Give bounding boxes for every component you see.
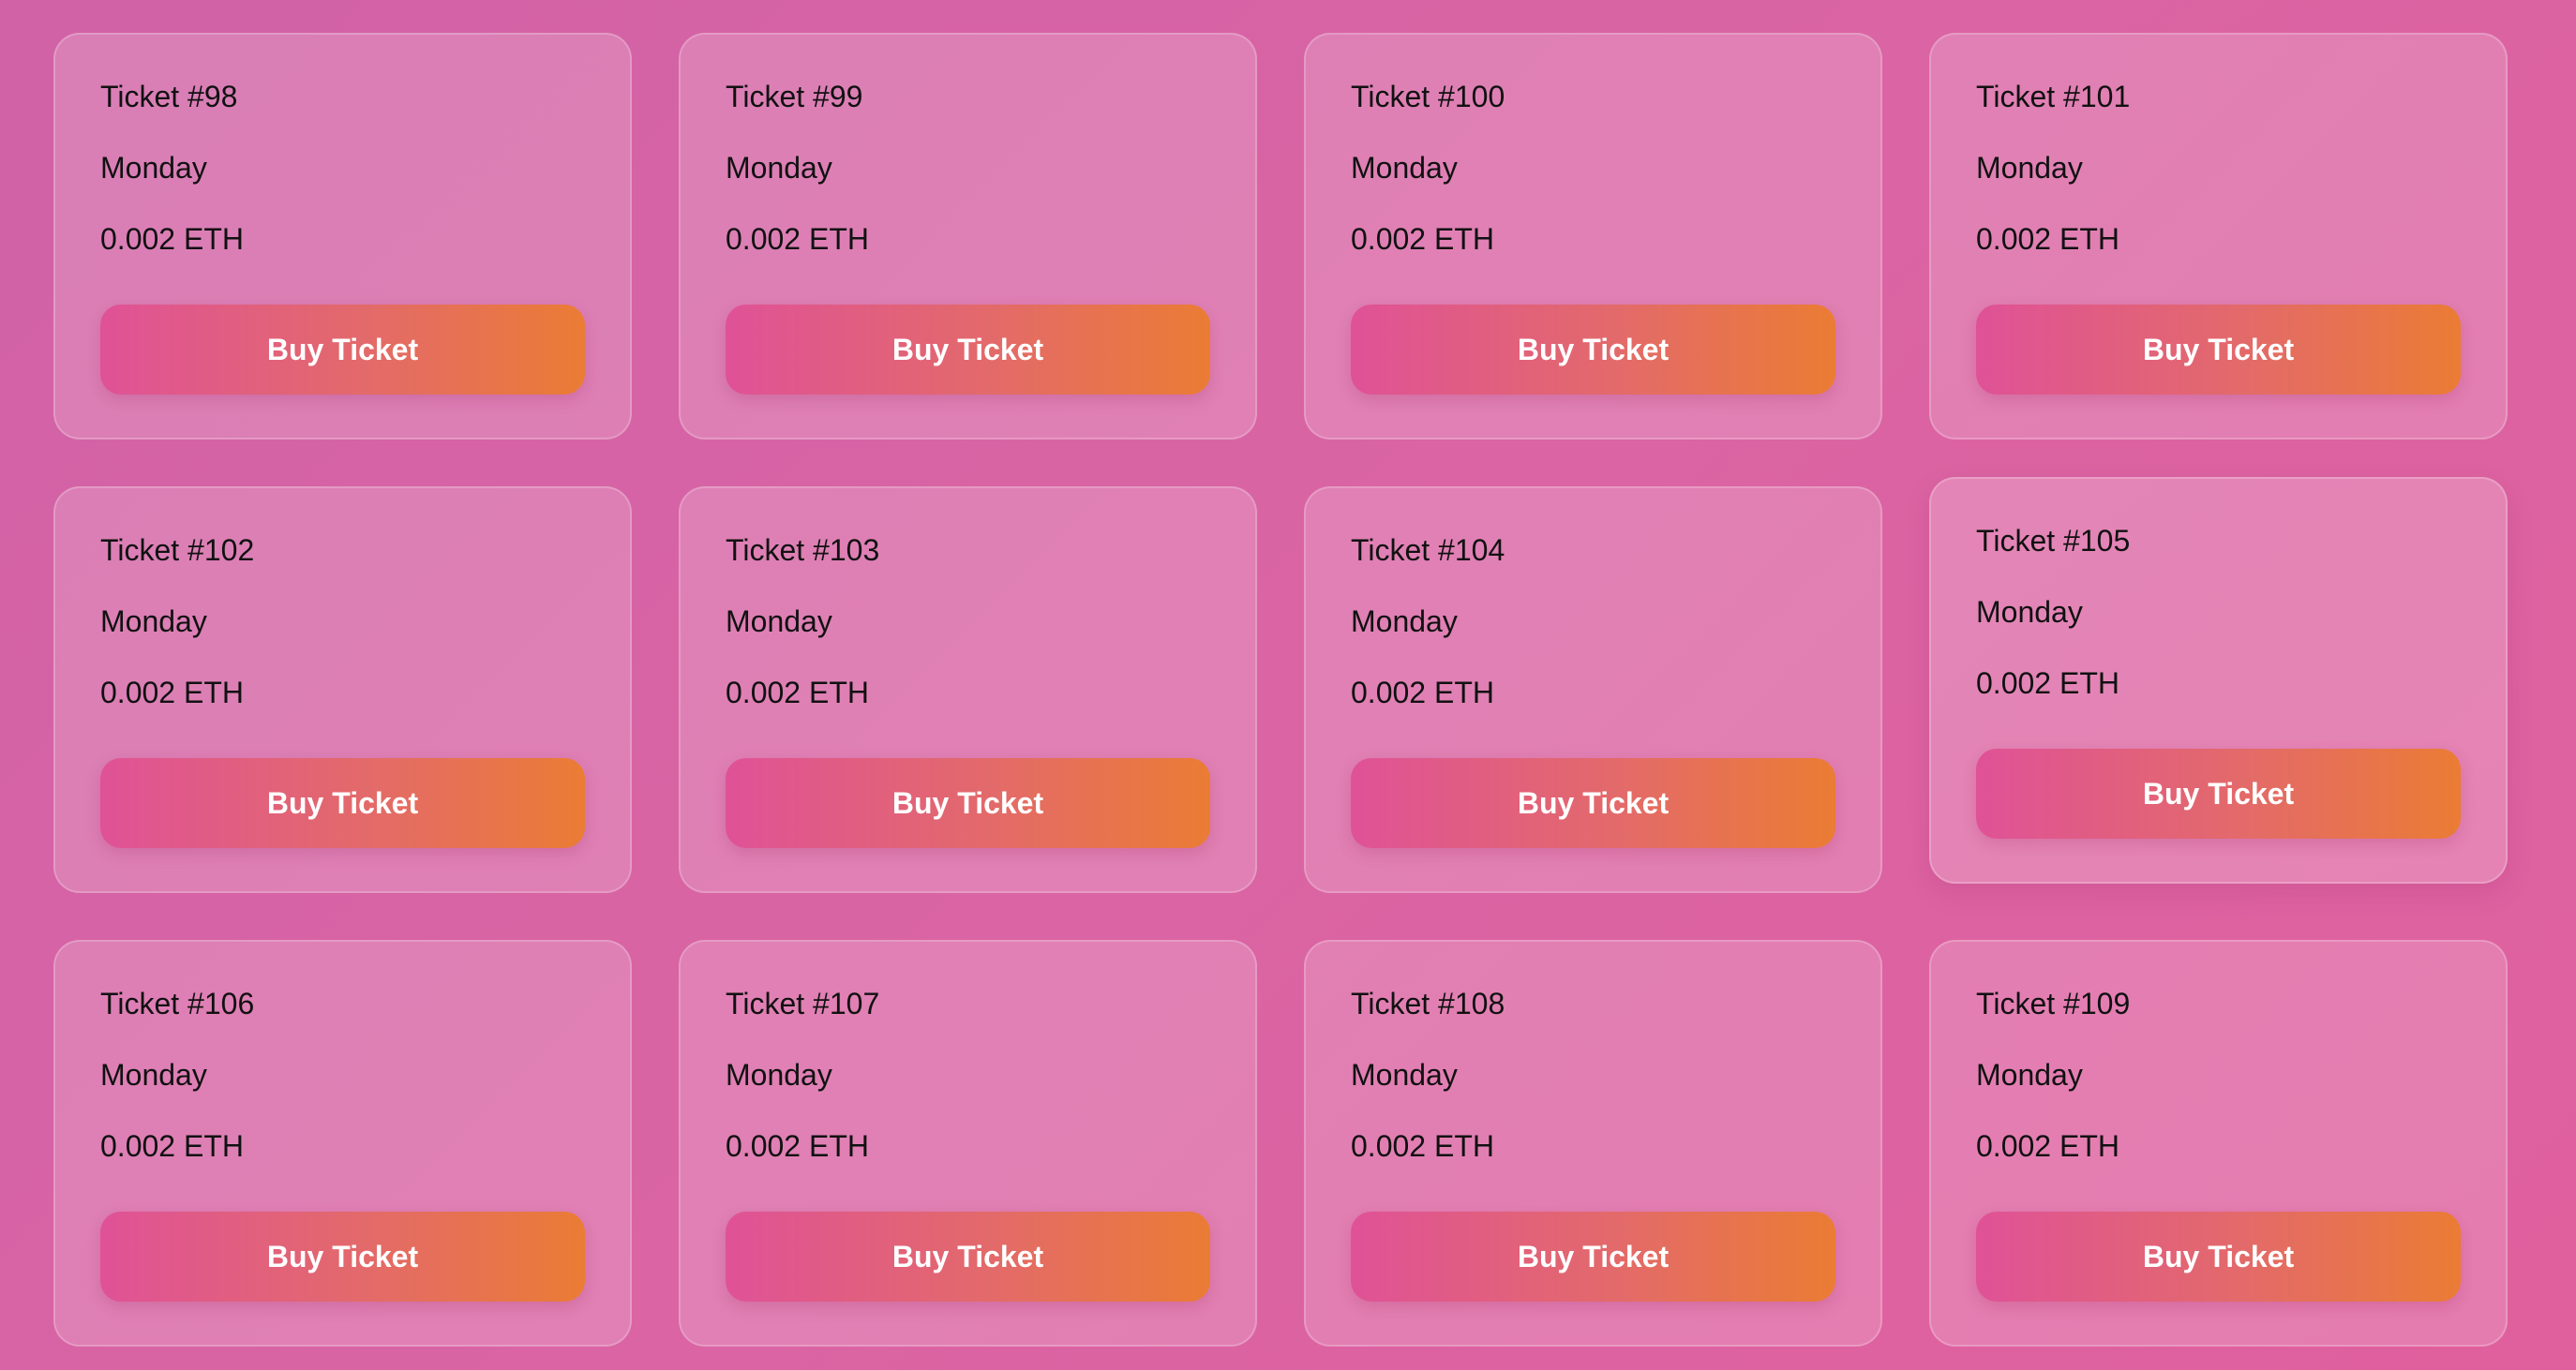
ticket-card: Ticket #109 Monday 0.002 ETH Buy Ticket: [1929, 940, 2508, 1347]
ticket-title: Ticket #98: [100, 80, 238, 113]
buy-ticket-button[interactable]: Buy Ticket: [1976, 305, 2461, 395]
ticket-price: 0.002 ETH: [1976, 222, 2119, 256]
ticket-card: Ticket #107 Monday 0.002 ETH Buy Ticket: [679, 940, 1257, 1347]
ticket-day: Monday: [100, 604, 207, 638]
ticket-title: Ticket #108: [1351, 987, 1505, 1020]
ticket-title: Ticket #107: [726, 987, 880, 1020]
ticket-day: Monday: [1976, 1058, 2083, 1092]
ticket-card: Ticket #98 Monday 0.002 ETH Buy Ticket: [53, 33, 632, 439]
ticket-price: 0.002 ETH: [1351, 676, 1494, 709]
ticket-price: 0.002 ETH: [100, 676, 244, 709]
ticket-title: Ticket #109: [1976, 987, 2131, 1020]
ticket-card: Ticket #106 Monday 0.002 ETH Buy Ticket: [53, 940, 632, 1347]
ticket-card: Ticket #99 Monday 0.002 ETH Buy Ticket: [679, 33, 1257, 439]
ticket-price: 0.002 ETH: [1351, 1129, 1494, 1163]
buy-ticket-button[interactable]: Buy Ticket: [1976, 749, 2461, 839]
buy-ticket-button[interactable]: Buy Ticket: [726, 1212, 1210, 1302]
ticket-day: Monday: [726, 151, 832, 185]
ticket-card: Ticket #100 Monday 0.002 ETH Buy Ticket: [1304, 33, 1882, 439]
ticket-day: Monday: [100, 1058, 207, 1092]
ticket-title: Ticket #99: [726, 80, 863, 113]
ticket-card: Ticket #102 Monday 0.002 ETH Buy Ticket: [53, 486, 632, 893]
buy-ticket-button[interactable]: Buy Ticket: [1351, 1212, 1835, 1302]
ticket-price: 0.002 ETH: [1976, 666, 2119, 700]
buy-ticket-button[interactable]: Buy Ticket: [100, 758, 585, 848]
buy-ticket-button[interactable]: Buy Ticket: [1976, 1212, 2461, 1302]
ticket-price: 0.002 ETH: [1351, 222, 1494, 256]
ticket-title: Ticket #105: [1976, 524, 2131, 558]
ticket-price: 0.002 ETH: [1976, 1129, 2119, 1163]
buy-ticket-button[interactable]: Buy Ticket: [100, 305, 585, 395]
ticket-card: Ticket #103 Monday 0.002 ETH Buy Ticket: [679, 486, 1257, 893]
ticket-title: Ticket #100: [1351, 80, 1505, 113]
ticket-day: Monday: [726, 604, 832, 638]
ticket-day: Monday: [1976, 151, 2083, 185]
buy-ticket-button[interactable]: Buy Ticket: [726, 305, 1210, 395]
ticket-card-hovered: Ticket #105 Monday 0.002 ETH Buy Ticket: [1929, 477, 2508, 884]
ticket-price: 0.002 ETH: [100, 222, 244, 256]
ticket-title: Ticket #106: [100, 987, 255, 1020]
buy-ticket-button[interactable]: Buy Ticket: [1351, 305, 1835, 395]
buy-ticket-button[interactable]: Buy Ticket: [726, 758, 1210, 848]
ticket-day: Monday: [1351, 1058, 1458, 1092]
ticket-price: 0.002 ETH: [726, 1129, 869, 1163]
ticket-price: 0.002 ETH: [726, 222, 869, 256]
ticket-day: Monday: [1351, 151, 1458, 185]
ticket-title: Ticket #101: [1976, 80, 2131, 113]
ticket-card: Ticket #104 Monday 0.002 ETH Buy Ticket: [1304, 486, 1882, 893]
ticket-day: Monday: [100, 151, 207, 185]
ticket-day: Monday: [1976, 595, 2083, 629]
ticket-card: Ticket #108 Monday 0.002 ETH Buy Ticket: [1304, 940, 1882, 1347]
ticket-grid: Ticket #98 Monday 0.002 ETH Buy Ticket T…: [53, 33, 2508, 1347]
ticket-title: Ticket #102: [100, 533, 255, 567]
buy-ticket-button[interactable]: Buy Ticket: [1351, 758, 1835, 848]
ticket-day: Monday: [726, 1058, 832, 1092]
ticket-price: 0.002 ETH: [726, 676, 869, 709]
ticket-card: Ticket #101 Monday 0.002 ETH Buy Ticket: [1929, 33, 2508, 439]
buy-ticket-button[interactable]: Buy Ticket: [100, 1212, 585, 1302]
ticket-title: Ticket #104: [1351, 533, 1505, 567]
ticket-title: Ticket #103: [726, 533, 880, 567]
ticket-price: 0.002 ETH: [100, 1129, 244, 1163]
ticket-day: Monday: [1351, 604, 1458, 638]
